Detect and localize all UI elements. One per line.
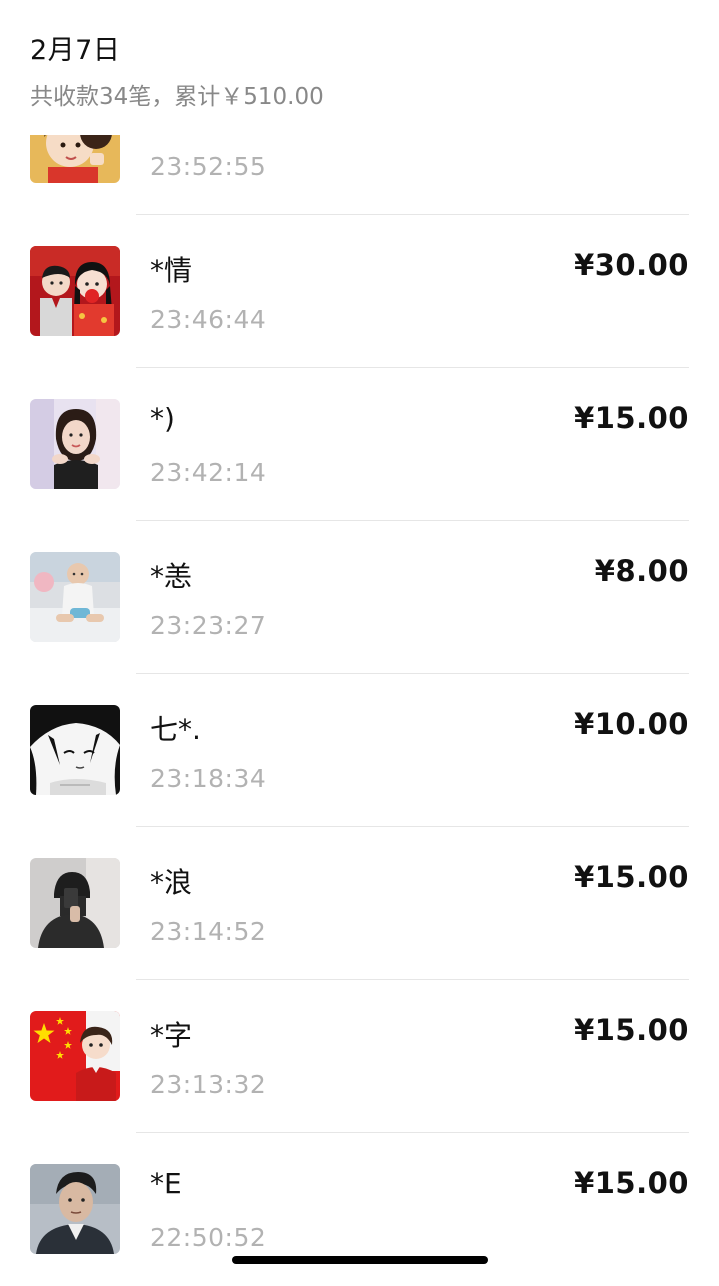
payment-time: 22:50:52 [150,1223,267,1252]
list-item[interactable]: *情 23:46:44 ¥30.00 [0,215,719,368]
date-section-header: 2月7日 共收款34笔，累计￥510.00 [0,0,719,135]
list-item[interactable]: *) 23:42:14 ¥15.00 [0,368,719,521]
payment-amount: ¥30.00 [574,248,689,282]
payer-name: *情 [150,254,193,287]
list-item[interactable]: *字 23:13:32 ¥15.00 [0,980,719,1133]
section-date: 2月7日 [30,35,121,66]
hooded-man-avatar[interactable] [30,858,120,948]
transaction-list: 23:52:55 *情 23:46:44 ¥30.00 *) 23:42:14 … [0,0,719,1280]
payment-time: 23:18:34 [150,764,267,793]
payer-name: *) [150,402,175,435]
manga-girl-avatar[interactable] [30,705,120,795]
man-portrait-avatar[interactable] [30,1164,120,1254]
home-indicator[interactable] [232,1256,488,1264]
payment-time: 23:13:32 [150,1070,267,1099]
list-item[interactable]: *恙 23:23:27 ¥8.00 [0,521,719,674]
payment-time: 23:46:44 [150,305,267,334]
payer-name: *恙 [150,560,193,593]
payment-amount: ¥15.00 [574,1013,689,1047]
section-summary: 共收款34笔，累计￥510.00 [30,84,324,110]
payment-time: 23:52:55 [150,152,267,181]
payment-time: 23:23:27 [150,611,267,640]
payment-amount: ¥10.00 [574,707,689,741]
list-item[interactable]: *浪 23:14:52 ¥15.00 [0,827,719,980]
payment-amount: ¥15.00 [574,401,689,435]
payment-amount: ¥8.00 [594,554,689,588]
payer-name: *浪 [150,866,193,899]
woman-portrait-avatar[interactable] [30,399,120,489]
wedding-couple-avatar[interactable] [30,246,120,336]
payer-name: *字 [150,1019,193,1052]
baby-photo-avatar[interactable] [30,552,120,642]
payment-amount: ¥15.00 [574,1166,689,1200]
payer-name: 七*. [150,713,201,746]
payment-time: 23:14:52 [150,917,267,946]
list-item[interactable]: 七*. 23:18:34 ¥10.00 [0,674,719,827]
payment-amount: ¥15.00 [574,860,689,894]
payer-name: *E [150,1167,182,1200]
flag-cartoon-avatar[interactable] [30,1011,120,1101]
payment-time: 23:42:14 [150,458,267,487]
